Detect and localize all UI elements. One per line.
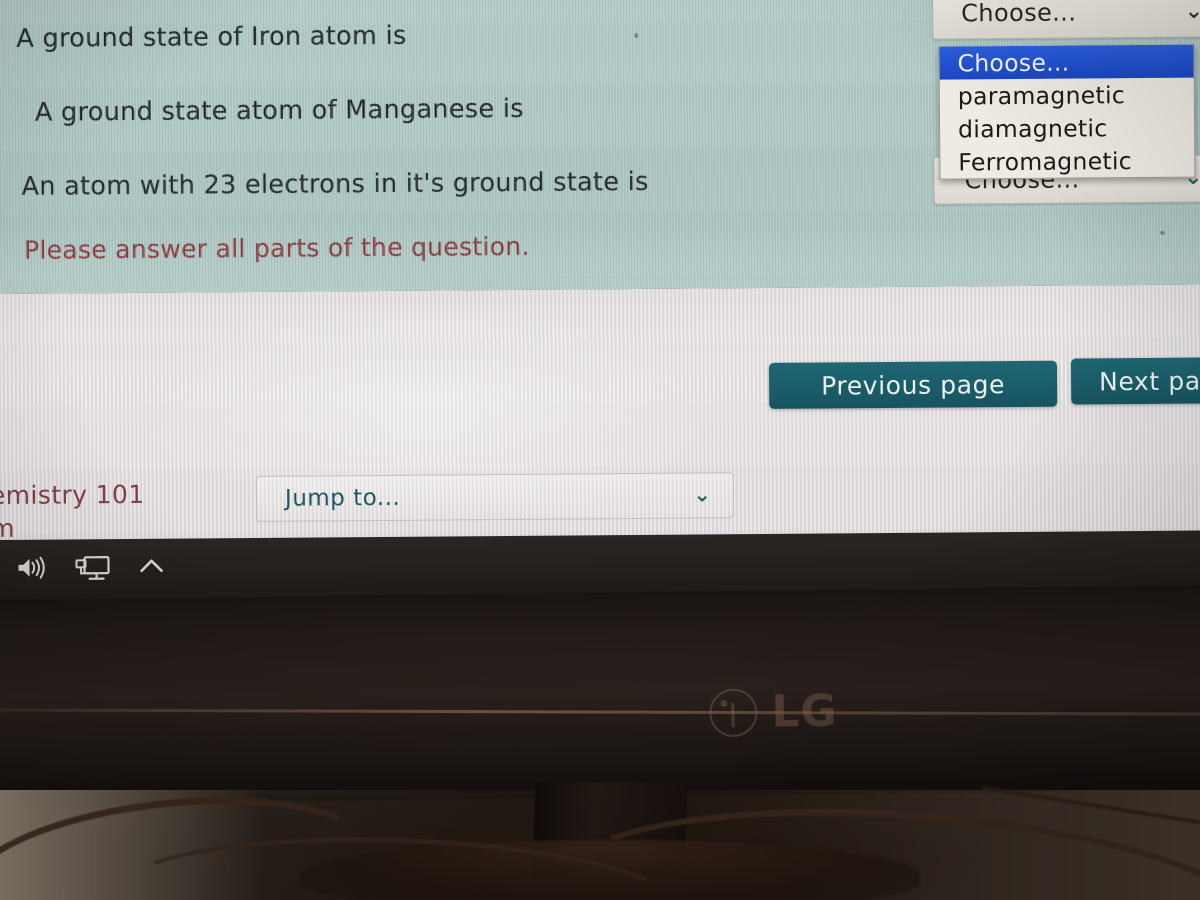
monitor-bezel: LG — [0, 585, 1200, 805]
option-diamagnetic[interactable]: diamagnetic — [940, 111, 1194, 146]
course-name-line-1: emistry 101 — [0, 479, 145, 511]
magnetism-options-list[interactable]: Choose... paramagnetic diamagnetic Ferro… — [938, 44, 1196, 180]
select-value: Choose... — [961, 0, 1077, 28]
dust-speck — [634, 32, 639, 38]
question-line-1: A ground state of Iron atom is — [16, 20, 407, 54]
lg-logo: LG — [709, 686, 838, 739]
monitor-screen: .. A ground state of Iron atom is A grou… — [0, 0, 1200, 600]
jump-to-value: Jump to... — [284, 484, 401, 512]
dust-speck — [1159, 230, 1165, 235]
course-name-line-2: m — [0, 513, 16, 544]
option-choose[interactable]: Choose... — [939, 44, 1194, 80]
option-ferromagnetic[interactable]: Ferromagnetic — [940, 144, 1194, 179]
chevron-down-icon: ⌄ — [693, 482, 712, 507]
show-hidden-icons-icon[interactable] — [136, 554, 166, 580]
question-line-2: A ground state atom of Manganese is — [34, 93, 524, 128]
question-line-3: An atom with 23 electrons in it's ground… — [21, 166, 649, 202]
chevron-down-icon: ⌄ — [1184, 0, 1200, 25]
next-page-button[interactable]: Next page — [1070, 357, 1200, 405]
bezel-highlight — [0, 708, 1200, 716]
network-display-icon[interactable] — [74, 553, 110, 581]
volume-icon[interactable] — [14, 554, 48, 582]
jump-to-select[interactable]: Jump to... ⌄ — [255, 472, 735, 522]
answer-all-parts-note: Please answer all parts of the question. — [23, 231, 530, 265]
option-paramagnetic[interactable]: paramagnetic — [940, 78, 1194, 113]
system-tray — [14, 553, 166, 582]
lg-face-logo-icon — [709, 688, 758, 737]
lg-wordmark: LG — [771, 685, 838, 738]
photo-root: .. A ground state of Iron atom is A grou… — [0, 0, 1200, 900]
select-control[interactable]: Choose... ⌄ — [931, 0, 1200, 40]
previous-page-button[interactable]: Previous page — [768, 360, 1058, 409]
magnetism-select-top[interactable]: Choose... ⌄ — [931, 0, 1200, 40]
clipped-top-text: .. — [38, 0, 52, 5]
